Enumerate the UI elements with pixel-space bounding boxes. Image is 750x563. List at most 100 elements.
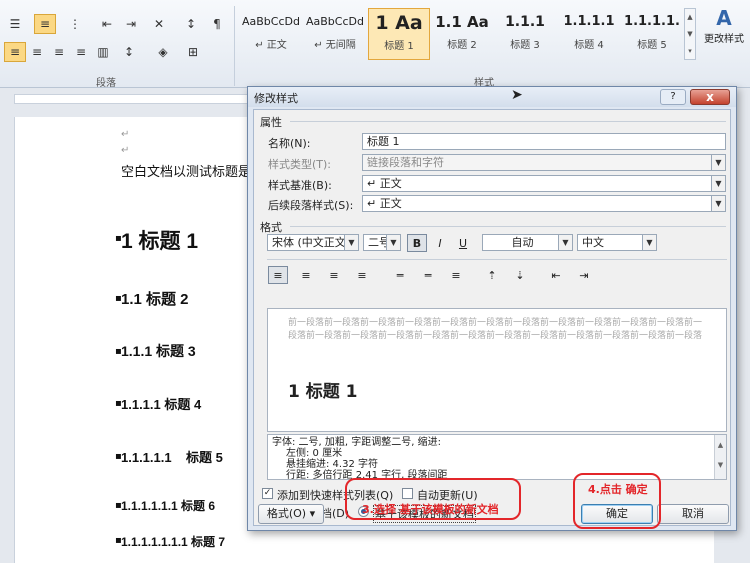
- name-label: 名称(N):: [268, 137, 311, 150]
- name-input[interactable]: 标题 1: [362, 133, 726, 150]
- following-style-select[interactable]: ↵ 正文 ▼: [362, 195, 726, 212]
- space-before-icon[interactable]: ⇡: [482, 266, 502, 284]
- preview-previous-paragraph: 前一段落前一段落前一段落前一段落前一段落前一段落前一段落前一段落前一段落前一段落…: [288, 318, 703, 341]
- description-line: 悬挂缩进: 4.32 字符: [286, 459, 378, 470]
- heading-2: 1.1 标题 2: [121, 291, 189, 308]
- dialog-title: 修改样式: [254, 92, 298, 105]
- language-select[interactable]: 中文 ▼: [577, 234, 657, 251]
- decrease-indent-icon[interactable]: ⇤: [546, 266, 566, 284]
- heading-1: 1 标题 1: [121, 230, 199, 253]
- format-section-label: 格式: [260, 221, 282, 234]
- style-heading-3[interactable]: 1.1.1 标题 3: [494, 8, 556, 60]
- multilevel-list-icon[interactable]: ⋮: [64, 14, 86, 34]
- style-preview: AaBbCcDd: [306, 15, 364, 28]
- style-heading-5[interactable]: 1.1.1.1. 标题 5: [622, 8, 682, 60]
- align-left-icon[interactable]: ≡: [268, 266, 288, 284]
- underline-button[interactable]: U: [453, 234, 473, 252]
- description-line: 左侧: 0 厘米: [286, 448, 343, 459]
- font-color-select[interactable]: 自动 ▼: [482, 234, 573, 251]
- chinese-layout-icon[interactable]: ✕: [148, 14, 170, 34]
- empty-paragraph-mark: ↵: [121, 129, 130, 140]
- style-normal[interactable]: AaBbCcDd ↵ 正文: [240, 8, 302, 60]
- properties-section-label: 属性: [260, 116, 282, 129]
- justify-icon[interactable]: ≡: [70, 42, 92, 62]
- increase-indent-icon[interactable]: ⇥: [574, 266, 594, 284]
- chevron-down-icon[interactable]: ▼: [558, 235, 572, 250]
- font-select[interactable]: 宋体 (中文正文 ▼: [267, 234, 359, 251]
- cancel-button[interactable]: 取消: [657, 504, 729, 524]
- add-to-quick-checkbox[interactable]: ✓: [262, 488, 273, 499]
- description-scrollbar[interactable]: ▲ ▼: [714, 435, 726, 479]
- double-spacing-icon[interactable]: ≡: [446, 266, 466, 284]
- font-color-value: 自动: [511, 236, 534, 249]
- heading-5: 1.1.1.1.1 标题 5: [121, 450, 223, 465]
- toolbar-divider: [267, 259, 727, 260]
- style-name: 标题 2: [447, 40, 477, 51]
- style-preview: 1.1 Aa: [435, 13, 489, 31]
- change-styles-icon: A: [716, 6, 732, 30]
- body-paragraph: 空白文档以测试标题是否: [121, 164, 265, 179]
- numbering-icon[interactable]: ≡: [34, 14, 56, 34]
- gallery-scroll[interactable]: ▲ ▼ ▾: [684, 8, 696, 60]
- one-half-spacing-icon[interactable]: ═: [418, 266, 438, 284]
- language-value: 中文: [582, 236, 604, 249]
- style-heading-1[interactable]: 1 Aa 标题 1: [368, 8, 430, 60]
- style-preview: 1.1.1.1: [563, 14, 615, 29]
- close-button[interactable]: x: [690, 89, 730, 105]
- help-button[interactable]: ?: [660, 89, 686, 105]
- align-left-icon[interactable]: ≡: [4, 42, 26, 62]
- show-marks-icon[interactable]: ¶: [206, 14, 228, 34]
- based-on-value: ↵ 正文: [367, 177, 402, 190]
- style-name: 标题 3: [510, 40, 540, 51]
- style-name: 标题 5: [637, 40, 667, 51]
- format-menu-button[interactable]: 格式(O) ▾: [258, 504, 324, 524]
- align-right-icon[interactable]: ≡: [324, 266, 344, 284]
- distributed-icon[interactable]: ▥: [92, 42, 114, 62]
- style-no-spacing[interactable]: AaBbCcDd ↵ 无间隔: [304, 8, 366, 60]
- bullets-icon[interactable]: ☰: [4, 14, 26, 34]
- change-styles-button[interactable]: A 更改样式: [700, 6, 748, 66]
- based-on-select[interactable]: ↵ 正文 ▼: [362, 175, 726, 192]
- italic-button[interactable]: I: [430, 234, 450, 252]
- empty-paragraph-mark: ↵: [121, 145, 130, 156]
- heading-7: 1.1.1.1.1.1.1 标题 7: [121, 535, 226, 549]
- heading-4: 1.1.1.1 标题 4: [121, 397, 202, 412]
- increase-indent-icon[interactable]: ⇥: [120, 14, 142, 34]
- font-size-select[interactable]: 二号 ▼: [363, 234, 401, 251]
- style-name: 标题 4: [574, 40, 604, 51]
- annotation-step4: 4.点击 确定: [588, 483, 648, 496]
- style-heading-4[interactable]: 1.1.1.1 标题 4: [558, 8, 620, 60]
- heading-6: 1.1.1.1.1.1 标题 6: [121, 499, 216, 513]
- align-center-icon[interactable]: ≡: [26, 42, 48, 62]
- following-style-label: 后续段落样式(S):: [268, 199, 354, 212]
- style-description: 字体: 二号, 加粗, 字距调整二号, 缩进: 左侧: 0 厘米 悬挂缩进: 4…: [267, 434, 727, 480]
- line-spacing-icon[interactable]: ↕: [118, 42, 140, 62]
- borders-icon[interactable]: ⊞: [182, 42, 204, 62]
- heading-3: 1.1.1 标题 3: [121, 343, 196, 359]
- group-divider: [234, 6, 235, 86]
- sort-icon[interactable]: ↕: [180, 14, 202, 34]
- chevron-down-icon[interactable]: ▼: [642, 235, 656, 250]
- single-spacing-icon[interactable]: ═: [390, 266, 410, 284]
- style-name: ↵ 无间隔: [314, 40, 356, 51]
- modify-style-dialog: 修改样式 ➤ ? x 属性 名称(N): 标题 1 样式类型(T): 链接段落和…: [247, 86, 737, 531]
- chevron-down-icon[interactable]: ▼: [711, 196, 725, 211]
- space-after-icon[interactable]: ⇣: [510, 266, 530, 284]
- shading-icon[interactable]: ◈: [152, 42, 174, 62]
- following-style-value: ↵ 正文: [367, 197, 402, 210]
- style-heading-2[interactable]: 1.1 Aa 标题 2: [434, 8, 490, 60]
- annotation-step3: 3.选择 基于该模板的新文档: [362, 503, 499, 516]
- justify-icon[interactable]: ≡: [352, 266, 372, 284]
- style-name: 标题 1: [384, 41, 414, 52]
- preview-heading: 1 标题 1: [288, 382, 358, 402]
- chevron-down-icon[interactable]: ▼: [386, 235, 400, 250]
- chevron-down-icon[interactable]: ▼: [344, 235, 358, 250]
- change-styles-label: 更改样式: [704, 34, 744, 45]
- align-center-icon[interactable]: ≡: [296, 266, 316, 284]
- chevron-down-icon[interactable]: ▼: [711, 176, 725, 191]
- dialog-titlebar[interactable]: 修改样式 ➤ ? x: [248, 87, 736, 107]
- bold-button[interactable]: B: [407, 234, 427, 252]
- decrease-indent-icon[interactable]: ⇤: [96, 14, 118, 34]
- font-value: 宋体 (中文正文: [272, 236, 346, 249]
- align-right-icon[interactable]: ≡: [48, 42, 70, 62]
